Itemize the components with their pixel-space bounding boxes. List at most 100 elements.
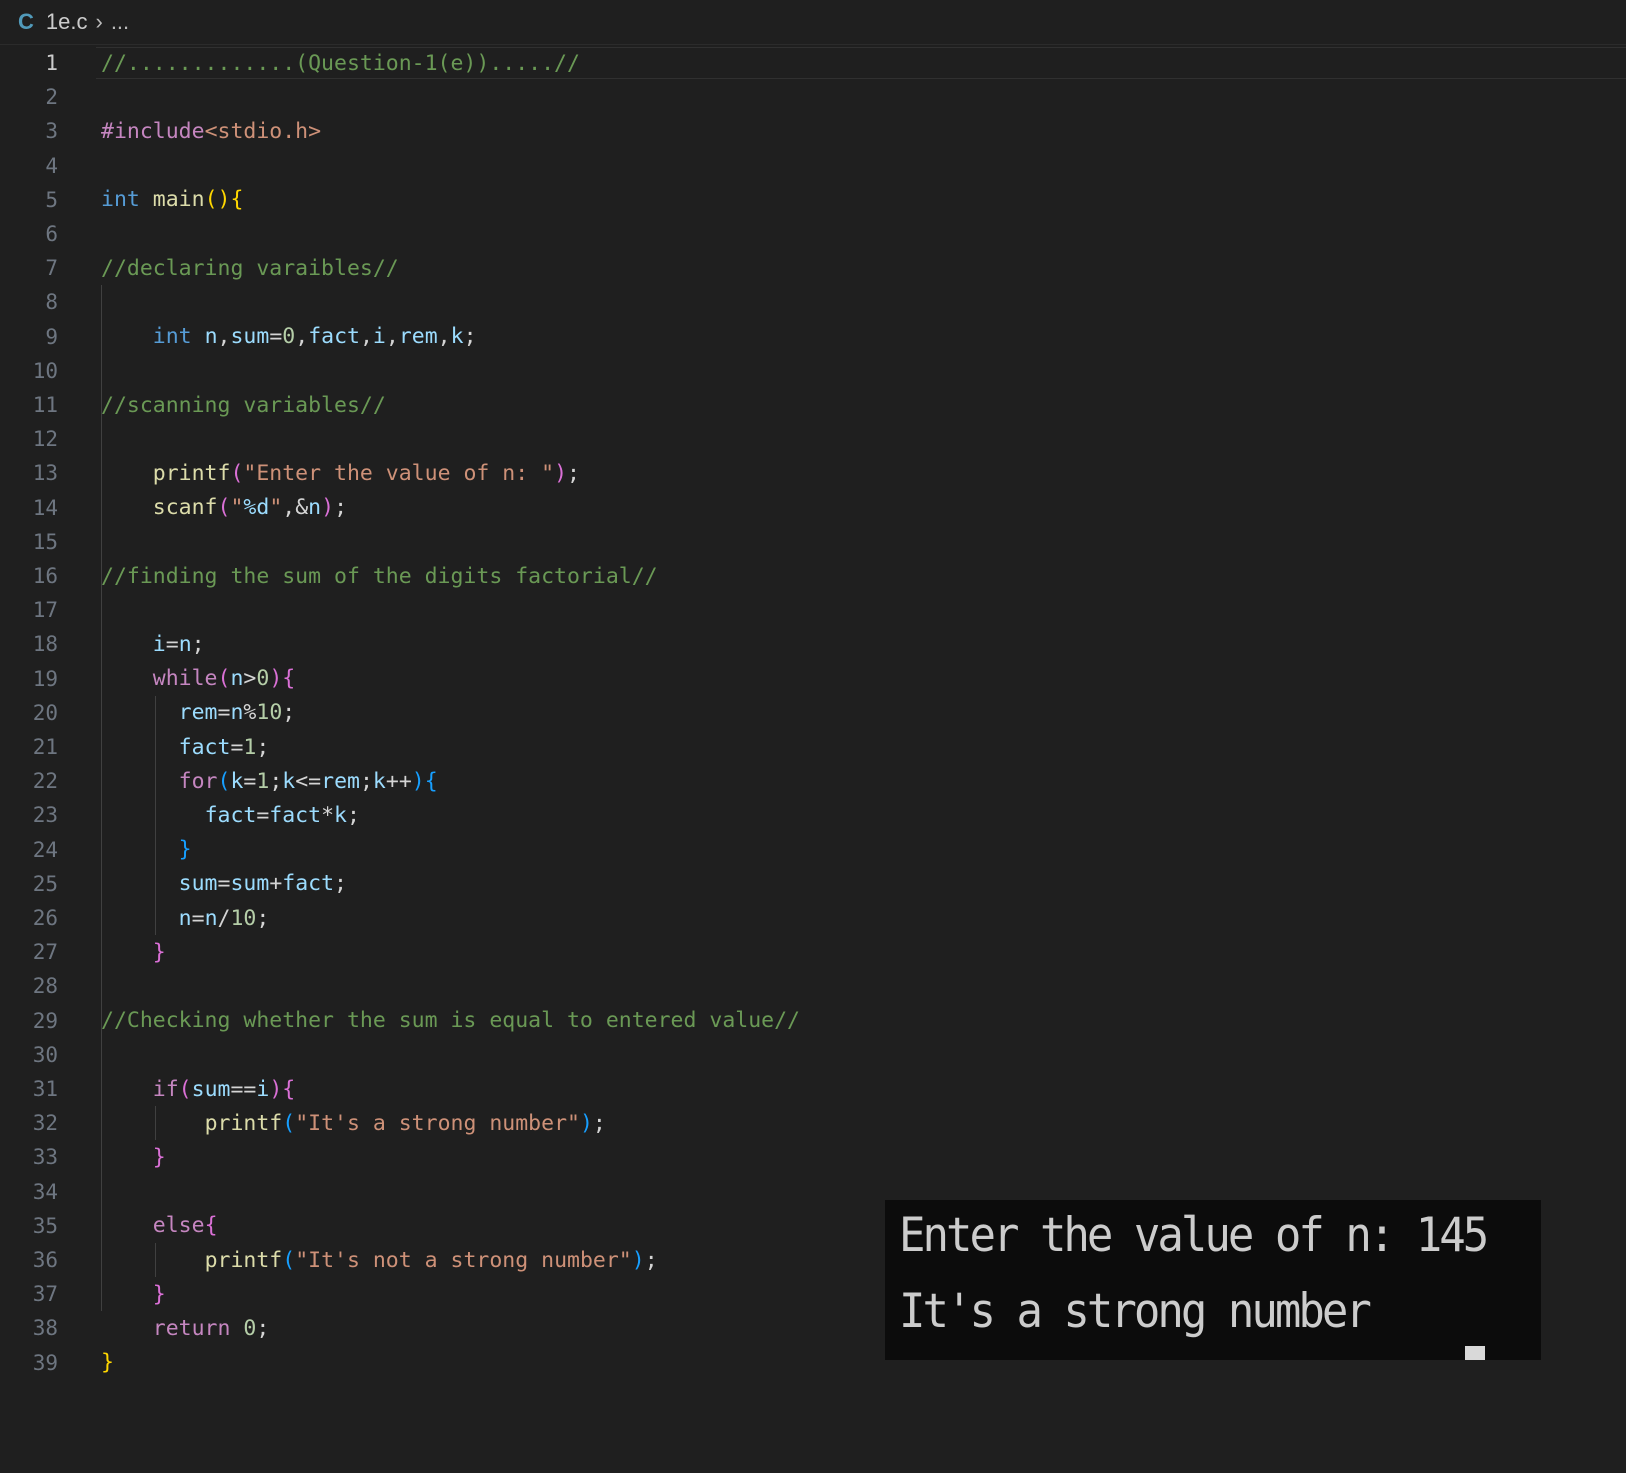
terminal-line: It's a strong number	[899, 1284, 1372, 1340]
code-text: int main(){	[101, 187, 243, 212]
code-token: =	[217, 871, 231, 897]
code-token: ,	[295, 324, 309, 350]
code-token: int	[152, 324, 192, 350]
line-number: 29	[32, 1008, 58, 1033]
code-line[interactable]: 1 //.............(Question-1(e)).....//	[0, 46, 1626, 80]
code-text: return 0;	[101, 1315, 270, 1341]
code-token: for	[178, 768, 218, 794]
code-line[interactable]: 16 //finding the sum of the digits factor…	[0, 559, 1626, 593]
code-text: //scanning variables//	[101, 393, 386, 418]
line-number: 11	[32, 393, 58, 417]
code-token: printf	[204, 1110, 283, 1136]
code-line[interactable]: 11 //scanning variables//	[0, 388, 1626, 422]
line-number: 2	[45, 85, 58, 110]
code-line[interactable]: 33 }	[0, 1140, 1626, 1174]
code-token: ,	[217, 324, 231, 350]
code-token: }	[178, 837, 192, 863]
breadcrumb-ellipsis[interactable]: ...	[111, 9, 129, 35]
line-number: 32	[32, 1111, 58, 1136]
breadcrumb-file[interactable]: 1e.c	[46, 9, 88, 35]
code-line[interactable]: 31 if(sum==i){	[0, 1072, 1626, 1106]
code-line[interactable]: 27 }	[0, 935, 1626, 969]
code-line[interactable]: 15	[0, 525, 1626, 559]
code-token: n	[178, 631, 192, 657]
code-line[interactable]: 8	[0, 285, 1626, 319]
code-token: {	[282, 666, 296, 692]
code-line[interactable]: 23 fact=fact*k;	[0, 798, 1626, 832]
code-token: fact	[282, 871, 335, 897]
code-line[interactable]: 21 fact=1;	[0, 730, 1626, 764]
line-number: 37	[32, 1282, 58, 1307]
code-line[interactable]: 26 n=n/10;	[0, 901, 1626, 935]
code-token: //scanning variables//	[101, 392, 386, 418]
code-line[interactable]: 25 sum=sum+fact;	[0, 867, 1626, 901]
code-token: printf	[204, 1247, 283, 1273]
code-token: n	[230, 666, 244, 692]
code-token: ;	[463, 324, 477, 350]
code-text: }	[101, 1145, 166, 1170]
code-token: {	[230, 187, 244, 213]
code-line[interactable]: 17	[0, 593, 1626, 627]
code-text: }	[101, 1350, 114, 1375]
line-number: 8	[45, 290, 58, 315]
code-token: ,	[437, 324, 451, 350]
code-line[interactable]: 13 printf("Enter the value of n: ");	[0, 456, 1626, 490]
code-token: ;	[346, 802, 360, 828]
code-line[interactable]: 32 printf("It's a strong number");	[0, 1106, 1626, 1140]
code-line[interactable]: 20 rem=n%10;	[0, 696, 1626, 730]
code-token: sum	[191, 1076, 231, 1102]
terminal-cursor	[1465, 1346, 1485, 1360]
code-line[interactable]: 29 //Checking whether the sum is equal to…	[0, 1004, 1626, 1038]
code-token: ;	[567, 460, 580, 486]
code-text: i=n;	[101, 632, 205, 657]
code-token: ,&	[282, 495, 309, 521]
line-number: 39	[32, 1350, 58, 1375]
code-token: sum	[178, 871, 218, 897]
code-line[interactable]: 9 int n,sum=0,fact,i,rem,k;	[0, 320, 1626, 354]
code-line[interactable]: 24 }	[0, 833, 1626, 867]
code-text: }	[101, 837, 192, 862]
code-token: k	[372, 768, 386, 794]
code-text: fact=1;	[101, 735, 270, 760]
code-editor[interactable]: 1//.............(Question-1(e)).....//2 3…	[0, 44, 1626, 1375]
code-line[interactable]: 28	[0, 969, 1626, 1003]
code-token: int	[101, 187, 140, 213]
code-line[interactable]: 22 for(k=1;k<=rem;k++){	[0, 764, 1626, 798]
code-line[interactable]: 14 scanf("%d",&n);	[0, 491, 1626, 525]
line-number: 9	[45, 324, 58, 349]
code-text: //declaring varaibles//	[101, 256, 399, 281]
code-token: k	[282, 768, 296, 794]
code-line[interactable]: 2	[0, 80, 1626, 114]
terminal-line: Enter the value of n: 145	[899, 1208, 1489, 1264]
line-number: 26	[32, 906, 58, 930]
code-token: printf	[152, 460, 231, 486]
code-line[interactable]: 19 while(n>0){	[0, 662, 1626, 696]
code-text: }	[101, 1282, 166, 1307]
line-number: 34	[32, 1179, 58, 1204]
code-line[interactable]: 18 i=n;	[0, 627, 1626, 661]
line-number: 23	[32, 803, 58, 828]
code-token: ;	[334, 495, 348, 521]
code-line[interactable]: 7 //declaring varaibles//	[0, 251, 1626, 285]
line-number: 28	[32, 974, 58, 999]
code-line[interactable]: 12	[0, 422, 1626, 456]
code-text: n=n/10;	[101, 906, 270, 931]
code-token: ;	[256, 1315, 270, 1341]
code-line[interactable]: 4	[0, 149, 1626, 183]
line-number: 16	[32, 564, 58, 588]
code-line[interactable]: 10	[0, 354, 1626, 388]
code-line[interactable]: 30	[0, 1038, 1626, 1072]
code-line[interactable]: 6	[0, 217, 1626, 251]
code-line[interactable]: 5 int main(){	[0, 183, 1626, 217]
code-text: if(sum==i){	[101, 1077, 295, 1102]
code-text: //Checking whether the sum is equal to e…	[101, 1008, 800, 1033]
code-token: 0	[243, 1315, 257, 1341]
code-token: sum	[230, 324, 270, 350]
code-line[interactable]: 3 #include<stdio.h>	[0, 114, 1626, 148]
line-number: 18	[32, 632, 58, 657]
code-token: {	[204, 1213, 218, 1239]
